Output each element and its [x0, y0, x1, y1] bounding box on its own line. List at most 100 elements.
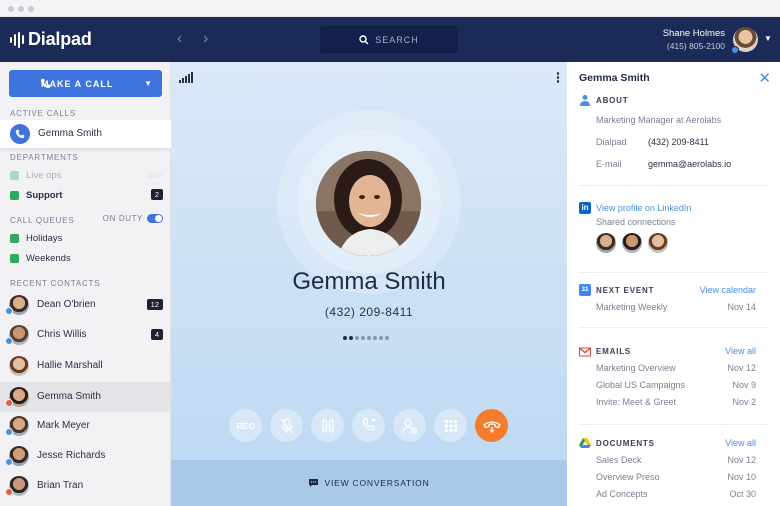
chevron-down-icon[interactable]: ▼	[144, 79, 153, 88]
department-label: Live ops	[26, 170, 62, 181]
search-label: SEARCH	[375, 34, 419, 45]
department-item-live-ops[interactable]: Live ops OFF	[0, 166, 171, 186]
active-call-item[interactable]: Gemma Smith	[0, 120, 171, 148]
contact-item[interactable]: Dean O'brien 12	[0, 290, 171, 320]
document-name[interactable]: Sales Deck	[596, 455, 642, 465]
count-badge: 2	[150, 189, 163, 200]
status-dot-icon	[5, 458, 13, 466]
hangup-icon	[482, 420, 501, 433]
call-pager-dots	[343, 336, 389, 340]
avatar[interactable]	[596, 233, 616, 253]
contact-name: Mark Meyer	[37, 420, 90, 431]
keypad-icon	[444, 419, 457, 432]
contact-item[interactable]: Gemma Smith	[0, 382, 171, 412]
record-button[interactable]: REC	[229, 409, 262, 442]
hold-button[interactable]	[311, 409, 344, 442]
window-chrome	[0, 0, 780, 17]
mute-button[interactable]	[270, 409, 303, 442]
status-dot-icon	[5, 337, 13, 345]
signal-strength-icon	[179, 72, 193, 83]
chevron-down-icon[interactable]: ▼	[764, 34, 772, 43]
status-dot-icon	[5, 428, 13, 436]
linkedin-link[interactable]: View profile on LinkedIn	[596, 203, 691, 213]
department-status: OFF	[146, 171, 163, 180]
documents-view-all-link[interactable]: View all	[725, 438, 756, 448]
email-subject[interactable]: Global US Campaigns	[596, 380, 685, 390]
contact-name-title: Gemma Smith	[579, 72, 650, 84]
mute-icon	[280, 417, 293, 433]
more-options-icon[interactable]	[556, 72, 559, 83]
event-title[interactable]: Marketing Weekly	[596, 302, 667, 312]
on-duty-toggle[interactable]: ON DUTY	[103, 214, 163, 223]
contact-item[interactable]: Chris Willis 4	[0, 320, 171, 350]
close-icon[interactable]: ✕	[758, 69, 771, 87]
search-box[interactable]: SEARCH	[320, 26, 458, 53]
emails-heading: EMAILS	[596, 347, 632, 356]
email-date: Nov 12	[727, 363, 756, 373]
add-person-button[interactable]	[393, 409, 426, 442]
phone-icon	[40, 78, 51, 89]
queue-label: Weekends	[26, 253, 71, 264]
call-queue-item-weekends[interactable]: Weekends	[0, 249, 171, 269]
toggle-switch[interactable]	[147, 214, 163, 223]
department-color-icon	[10, 191, 19, 200]
document-name[interactable]: Ad Concepts	[596, 489, 648, 499]
contact-item[interactable]: Hallie Marshall	[0, 351, 171, 381]
transfer-button[interactable]	[352, 409, 385, 442]
email-subject[interactable]: Marketing Overview	[596, 363, 676, 373]
call-queue-item-holidays[interactable]: Holidays	[0, 229, 171, 249]
view-calendar-link[interactable]: View calendar	[700, 285, 756, 295]
event-date: Nov 14	[727, 302, 756, 312]
department-item-support[interactable]: Support 2	[0, 186, 171, 206]
contact-item[interactable]: Jesse Richards	[0, 441, 171, 471]
hangup-button[interactable]	[475, 409, 508, 442]
forward-arrow-icon[interactable]: ›	[203, 30, 208, 48]
email-date: Nov 9	[732, 380, 756, 390]
dialpad-logo[interactable]: Dialpad	[10, 29, 92, 50]
count-badge: 12	[146, 299, 163, 310]
emails-view-all-link[interactable]: View all	[725, 346, 756, 356]
email-label: E-mail	[596, 159, 622, 169]
divider	[579, 185, 769, 186]
email-date: Nov 2	[732, 397, 756, 407]
gmail-icon	[579, 347, 591, 357]
transfer-icon	[362, 417, 376, 431]
caller-name: Gemma Smith	[292, 268, 446, 295]
user-name: Shane Holmes	[662, 28, 725, 39]
view-conversation-button[interactable]: VIEW CONVERSATION	[171, 460, 567, 506]
view-conversation-label: VIEW CONVERSATION	[324, 478, 430, 488]
contact-detail-panel: Gemma Smith ✕ ABOUT Marketing Manager at…	[567, 62, 780, 506]
email-subject[interactable]: Invite: Meet & Greet	[596, 397, 676, 407]
document-name[interactable]: Overview Preso	[596, 472, 660, 482]
department-label: Support	[26, 190, 63, 201]
avatar[interactable]	[622, 233, 642, 253]
dialpad-number-link[interactable]: (432) 209-8411	[648, 137, 709, 147]
contact-item[interactable]: Brian Tran	[0, 471, 171, 501]
contact-name: Chris Willis	[37, 329, 87, 340]
top-bar: Dialpad ‹ › SEARCH Shane Holmes (415) 80…	[0, 17, 780, 62]
department-color-icon	[10, 171, 19, 180]
shared-connections-label: Shared connections	[596, 217, 676, 227]
window-dot-icon	[28, 6, 34, 12]
status-dot-icon	[5, 307, 13, 315]
avatar[interactable]	[648, 233, 668, 253]
document-date: Nov 10	[727, 472, 756, 482]
user-avatar[interactable]	[731, 27, 758, 54]
window-dot-icon	[18, 6, 24, 12]
contact-item[interactable]: Mark Meyer	[0, 411, 171, 441]
make-call-button[interactable]: MAKE A CALL ▼	[9, 70, 162, 97]
active-call-name: Gemma Smith	[38, 128, 102, 139]
divider	[579, 424, 769, 425]
back-arrow-icon[interactable]: ‹	[177, 30, 182, 48]
user-phone: (415) 805-2100	[666, 41, 725, 51]
divider	[579, 327, 769, 328]
keypad-button[interactable]	[434, 409, 467, 442]
queue-color-icon	[10, 234, 19, 243]
user-info[interactable]: Shane Holmes (415) 805-2100	[663, 28, 725, 52]
email-link[interactable]: gemma@aerolabs.io	[648, 159, 731, 169]
linkedin-icon: in	[579, 202, 591, 214]
document-date: Nov 12	[727, 455, 756, 465]
dialpad-logo-icon	[10, 31, 24, 48]
count-badge: 4	[150, 329, 163, 340]
active-calls-heading: ACTIVE CALLS	[10, 109, 77, 118]
